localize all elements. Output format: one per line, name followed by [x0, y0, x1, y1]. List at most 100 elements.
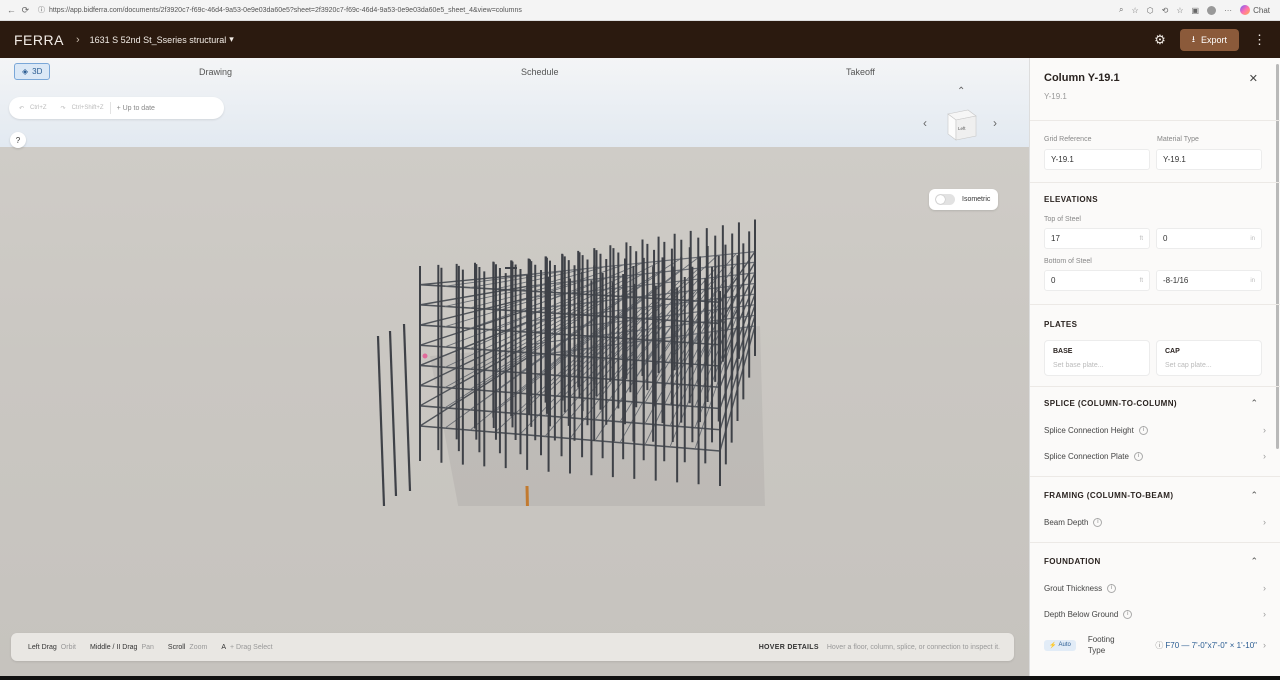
plates-heading: PLATES — [1044, 320, 1078, 329]
favorites-icon[interactable]: ☆ — [1176, 6, 1183, 15]
top-of-steel-ft-input[interactable]: 17 ft — [1044, 228, 1150, 249]
site-info-icon[interactable]: ⓘ — [38, 5, 45, 15]
unit-in: in — [1250, 277, 1255, 284]
close-icon[interactable]: ✕ — [1249, 72, 1258, 85]
footing-type-row[interactable]: ⚡ Auto Footing Type ⓘ F70 — 7'-0"x7'-0" … — [1044, 631, 1266, 659]
chevron-up-icon[interactable]: ⌃ — [1250, 490, 1258, 501]
divider — [1030, 542, 1280, 543]
grout-thickness-label: Grout Thickness — [1044, 583, 1103, 593]
bottom-of-steel-in-input[interactable]: -8-1/16 in — [1156, 270, 1262, 291]
splice-heading[interactable]: SPLICE (COLUMN-TO-COLUMN) — [1044, 399, 1177, 408]
foundation-heading[interactable]: FOUNDATION — [1044, 557, 1101, 566]
steel-column[interactable] — [402, 323, 412, 492]
chevron-right-icon: › — [1263, 609, 1266, 619]
beam-depth-row[interactable]: Beam Depth i › — [1044, 514, 1266, 530]
zoom-icon[interactable]: ⌕ — [1119, 5, 1123, 15]
chevron-up-icon[interactable]: ⌃ — [1250, 556, 1258, 567]
tab-drawing[interactable]: Drawing — [199, 67, 232, 77]
cap-plate-placeholder: Set cap plate... — [1165, 362, 1212, 369]
info-icon[interactable]: i — [1107, 583, 1117, 593]
profile-avatar[interactable] — [1207, 5, 1217, 15]
chevron-right-icon[interactable]: › — [993, 116, 997, 130]
base-plate-selector[interactable]: BASE Set base plate... — [1044, 340, 1150, 376]
splice-connection-plate-row[interactable]: Splice Connection Plate i › — [1044, 448, 1266, 464]
divider — [1030, 304, 1280, 305]
selected-column[interactable] — [525, 485, 529, 506]
grout-thickness-row[interactable]: Grout Thickness i › — [1044, 580, 1266, 596]
info-icon[interactable]: i — [1133, 451, 1143, 461]
column-details-panel: Column Y-19.1 Y-19.1 ✕ Grid Reference Y-… — [1029, 58, 1280, 680]
marker — [422, 353, 428, 359]
top-of-steel-ft-value: 17 — [1051, 234, 1060, 243]
back-icon[interactable]: ← — [7, 5, 16, 16]
panel-title: Column Y-19.1 — [1044, 72, 1120, 84]
unit-ft: ft — [1139, 277, 1143, 284]
copilot-chat-button[interactable]: Chat — [1240, 5, 1270, 15]
chevron-up-icon[interactable]: ⌃ — [957, 86, 965, 97]
isometric-toggle[interactable]: Isometric — [929, 189, 998, 210]
steel-column[interactable] — [376, 335, 386, 506]
divider — [1030, 476, 1280, 477]
footing-type-label: Footing Type — [1088, 634, 1115, 656]
chat-label: Chat — [1253, 5, 1270, 15]
panel-scrollbar[interactable] — [1276, 64, 1279, 449]
more-vertical-icon[interactable]: ⋮ — [1253, 32, 1266, 48]
export-button[interactable]: ⭳ Export — [1179, 28, 1239, 51]
undo-icon[interactable]: ↶ — [19, 105, 24, 112]
divider — [1030, 120, 1280, 121]
undo-redo-bar: ↶ Ctrl+Z ↷ Ctrl+Shift+Z + Up to date — [9, 97, 224, 119]
footing-value-text: F70 — 7'-0"x7'-0" × 1'-10" — [1165, 640, 1257, 650]
browser-tools: ⌕ ☆ ⬡ ⟲ ☆ ▣ ··· Chat — [1119, 5, 1280, 15]
material-type-value: Y-19.1 — [1163, 155, 1186, 164]
chevron-right-icon: › — [1263, 583, 1266, 593]
bottom-of-steel-ft-input[interactable]: 0 ft — [1044, 270, 1150, 291]
info-icon[interactable]: ⓘ — [1155, 640, 1163, 651]
tab-3d[interactable]: ◈ 3D — [14, 63, 51, 80]
star-icon[interactable]: ☆ — [1132, 6, 1139, 15]
control-key: Middle / II Drag — [89, 643, 138, 651]
chevron-left-icon[interactable]: ‹ — [923, 116, 927, 130]
view-cube[interactable]: Left — [942, 108, 980, 142]
breadcrumb-chevron-icon: › — [75, 33, 80, 46]
app-logo[interactable]: FERRA — [0, 32, 64, 48]
3d-viewer[interactable]: ◈ 3D Drawing Schedule Takeoff ↶ Ctrl+Z ↷… — [0, 58, 1029, 680]
base-plate-label: BASE — [1053, 348, 1073, 355]
control-key: Scroll — [167, 643, 186, 651]
settings-gear-icon[interactable]: ⚙ — [1154, 32, 1166, 48]
refresh-icon[interactable]: ⟲ — [1162, 6, 1169, 15]
beam-depth-label: Beam Depth — [1044, 517, 1089, 527]
cap-plate-selector[interactable]: CAP Set cap plate... — [1156, 340, 1262, 376]
app-header: FERRA › 1631 S 52nd St_Sseries structura… — [0, 21, 1280, 58]
top-of-steel-in-input[interactable]: 0 in — [1156, 228, 1262, 249]
control-action: Orbit — [60, 643, 76, 651]
chevron-up-icon[interactable]: ⌃ — [1250, 398, 1258, 409]
project-selector[interactable]: 1631 S 52nd St_Sseries structural ▾ — [90, 34, 234, 45]
info-icon[interactable]: i — [1123, 609, 1133, 619]
reload-icon[interactable]: ⟳ — [22, 5, 30, 16]
collections-icon[interactable]: ▣ — [1192, 6, 1200, 15]
more-icon[interactable]: ··· — [1224, 6, 1232, 15]
steel-column[interactable] — [388, 330, 398, 497]
tab-takeoff[interactable]: Takeoff — [846, 67, 875, 77]
help-button[interactable]: ? — [10, 132, 26, 148]
tab-schedule[interactable]: Schedule — [521, 67, 559, 77]
isometric-switch[interactable] — [935, 194, 955, 205]
framing-heading[interactable]: FRAMING (COLUMN-TO-BEAM) — [1044, 491, 1173, 500]
footing-label-line1: Footing — [1087, 634, 1115, 644]
splice-connection-height-row[interactable]: Splice Connection Height i › — [1044, 422, 1266, 438]
material-type-field[interactable]: Y-19.1 — [1156, 149, 1262, 170]
structural-steel-model[interactable] — [370, 206, 765, 506]
redo-icon[interactable]: ↷ — [61, 105, 66, 112]
grid-reference-field[interactable]: Y-19.1 — [1044, 149, 1150, 170]
depth-below-ground-row[interactable]: Depth Below Ground i › — [1044, 606, 1266, 622]
browser-nav: ← ⟳ — [0, 5, 32, 16]
project-name: 1631 S 52nd St_Sseries structural — [89, 34, 227, 45]
extension-icon[interactable]: ⬡ — [1147, 6, 1154, 15]
info-icon[interactable]: i — [1093, 517, 1103, 527]
panel-subtitle: Y-19.1 — [1044, 92, 1067, 101]
info-icon[interactable]: i — [1138, 425, 1148, 435]
view-cube-face-label: Left — [958, 126, 966, 131]
divider — [109, 102, 111, 114]
copilot-icon — [1240, 5, 1251, 15]
address-bar[interactable]: ⓘ https://app.bidferra.com/documents/2f3… — [32, 5, 1119, 15]
